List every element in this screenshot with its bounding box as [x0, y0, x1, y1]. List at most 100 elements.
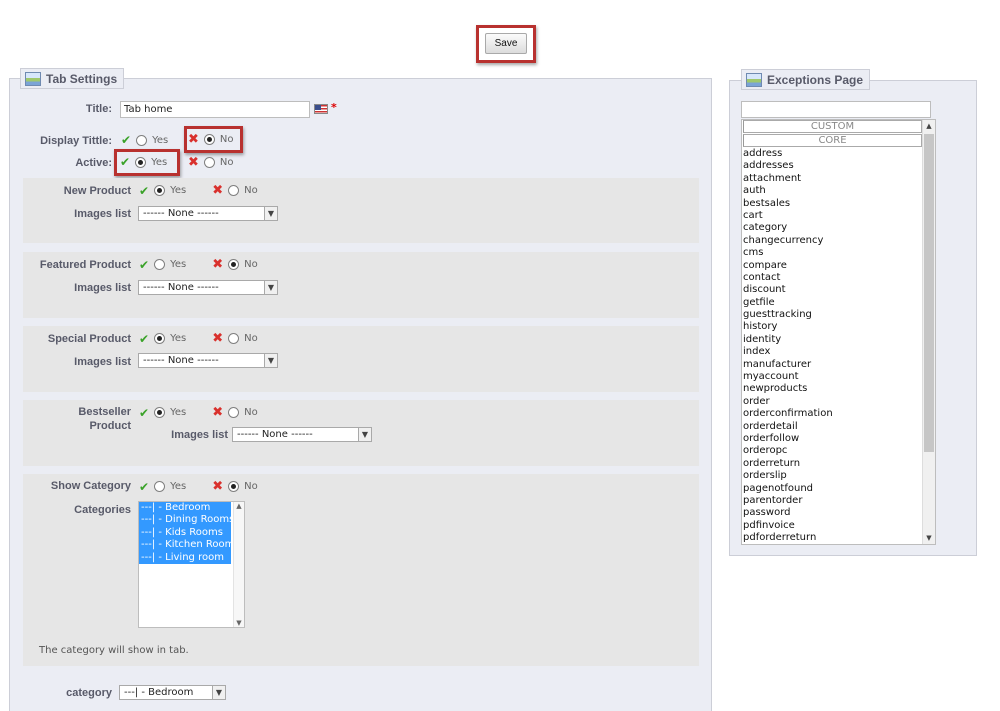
exception-page-item[interactable]: index [742, 346, 935, 358]
category-option[interactable]: ---| - Dining Rooms [139, 514, 234, 527]
exception-page-item[interactable]: orderfollow [742, 433, 935, 445]
show-category-section [23, 474, 699, 666]
display-title-no-radio[interactable] [203, 134, 215, 145]
check-icon: ✔ [139, 405, 150, 420]
bestseller-product-images-select[interactable]: ------ None ------ ▼ [232, 427, 372, 442]
special-product-yes-radio[interactable] [154, 333, 166, 344]
title-label: Title: [85, 103, 112, 115]
bestseller-product-yes-radio[interactable] [154, 407, 166, 418]
chevron-down-icon: ▼ [264, 207, 277, 220]
exception-page-item[interactable]: guesttracking [742, 309, 935, 321]
exception-page-item[interactable]: newproducts [742, 383, 935, 395]
scroll-up-icon[interactable]: ▲ [923, 120, 935, 132]
active-yes-label: Yes [151, 156, 168, 168]
bestseller-product-label-line1: Bestseller [78, 406, 131, 418]
exception-page-item[interactable]: order [742, 396, 935, 408]
show-category-no-radio[interactable] [228, 481, 240, 492]
exception-page-item[interactable]: password [742, 507, 935, 519]
bestseller-product-no-label: No [244, 407, 258, 418]
category-select[interactable]: ---| - Bedroom ▼ [119, 685, 226, 700]
scroll-down-icon[interactable]: ▼ [923, 532, 935, 544]
check-icon: ✔ [139, 479, 150, 494]
category-option[interactable]: ---| - Bedroom [139, 502, 231, 515]
active-no-group: ✖ No [188, 155, 234, 170]
exceptions-filter-input[interactable] [741, 101, 931, 118]
exception-page-item[interactable]: category [742, 222, 935, 234]
special-product-no-label: No [244, 333, 258, 344]
bestseller-product-images-value: ------ None ------ [237, 429, 313, 440]
exception-page-item[interactable]: address [742, 148, 935, 160]
display-title-no-label: No [219, 134, 234, 145]
exception-page-item[interactable]: parentorder [742, 495, 935, 507]
exception-page-item[interactable]: changecurrency [742, 235, 935, 247]
exceptions-title: Exceptions Page [767, 72, 864, 87]
category-option[interactable]: ---| - Kids Rooms [139, 526, 231, 540]
exception-page-item[interactable]: attachment [742, 173, 935, 185]
exception-page-item[interactable]: orderreturn [742, 458, 935, 470]
scroll-down-icon[interactable]: ▼ [236, 619, 241, 627]
bestseller-product-options: ✔ Yes ✖ No [139, 405, 258, 420]
category-option[interactable]: ---| - Living room [139, 551, 231, 564]
exception-page-item[interactable]: addresses [742, 160, 935, 172]
exception-page-item[interactable]: cart [742, 210, 935, 222]
new-product-no-label: No [244, 185, 258, 196]
special-product-no-radio[interactable] [228, 333, 240, 344]
featured-product-yes-label: Yes [170, 259, 187, 270]
exception-page-item[interactable]: pagenotfound [742, 483, 935, 495]
exception-page-item[interactable]: orderconfirmation [742, 408, 935, 420]
exception-page-item[interactable]: contact [742, 272, 935, 284]
categories-scrollbar[interactable]: ▲ ▼ [233, 502, 244, 627]
exception-page-item[interactable]: myaccount [742, 371, 935, 383]
exception-page-item[interactable]: history [742, 321, 935, 333]
exception-page-item[interactable]: cms [742, 247, 935, 259]
exception-page-item[interactable]: manufacturer [742, 359, 935, 371]
exceptions-scrollbar[interactable]: ▲ ▼ [922, 120, 935, 544]
exception-page-item[interactable]: auth [742, 185, 935, 197]
exceptions-items: address addresses attachment auth bestsales c… [742, 148, 935, 544]
exceptions-list[interactable]: CUSTOM CORE address addresses attachment au… [741, 119, 936, 545]
featured-product-images-value: ------ None ------ [143, 282, 219, 293]
bestseller-product-label-line2: Product [89, 420, 131, 432]
new-product-no-radio[interactable] [228, 185, 240, 196]
chevron-down-icon: ▼ [212, 686, 225, 699]
display-title-yes-radio[interactable] [136, 134, 148, 146]
new-product-images-value: ------ None ------ [143, 208, 219, 219]
exception-page-item[interactable]: orderdetail [742, 421, 935, 433]
category-select-value: ---| - Bedroom [124, 687, 194, 698]
special-product-images-value: ------ None ------ [143, 355, 219, 366]
new-product-yes-radio[interactable] [154, 185, 166, 196]
featured-product-images-select[interactable]: ------ None ------ ▼ [138, 280, 278, 295]
exception-page-item[interactable]: orderopc [742, 445, 935, 457]
cross-icon: ✖ [212, 183, 224, 198]
featured-product-yes-radio[interactable] [154, 259, 166, 270]
new-product-images-select[interactable]: ------ None ------ ▼ [138, 206, 278, 221]
category-option[interactable]: ---| - Kitchen Rooms [139, 539, 240, 552]
show-category-options: ✔ Yes ✖ No [139, 479, 258, 494]
active-yes-radio[interactable] [135, 156, 147, 168]
exception-page-item[interactable]: compare [742, 260, 935, 272]
show-category-no-label: No [244, 481, 258, 492]
categories-multiselect[interactable]: ---| - Bedroom ---| - Dining Rooms ---| … [138, 501, 245, 628]
exceptions-scroll-thumb[interactable] [924, 134, 934, 452]
active-no-radio[interactable] [203, 157, 215, 168]
exception-page-item[interactable]: pdforderreturn [742, 532, 935, 544]
featured-product-images-label: Images list [74, 282, 131, 294]
exception-page-item[interactable]: pdfinvoice [742, 520, 935, 532]
us-flag-icon[interactable] [314, 104, 328, 114]
exception-page-item[interactable]: identity [742, 334, 935, 346]
exceptions-group-header: CUSTOM [743, 120, 922, 133]
featured-product-no-radio[interactable] [228, 259, 240, 270]
save-button[interactable]: Save [485, 33, 527, 54]
title-input[interactable]: Tab home [120, 101, 310, 118]
exception-page-item[interactable]: discount [742, 284, 935, 296]
categories-label: Categories [74, 504, 131, 516]
active-label: Active: [75, 157, 112, 169]
scroll-up-icon[interactable]: ▲ [236, 502, 241, 510]
exception-page-item[interactable]: orderslip [742, 470, 935, 482]
show-category-yes-radio[interactable] [154, 481, 166, 492]
bestseller-product-no-radio[interactable] [228, 407, 240, 418]
special-product-images-select[interactable]: ------ None ------ ▼ [138, 353, 278, 368]
exception-page-item[interactable]: bestsales [742, 198, 935, 210]
exception-page-item[interactable]: getfile [742, 297, 935, 309]
chevron-down-icon: ▼ [358, 428, 371, 441]
